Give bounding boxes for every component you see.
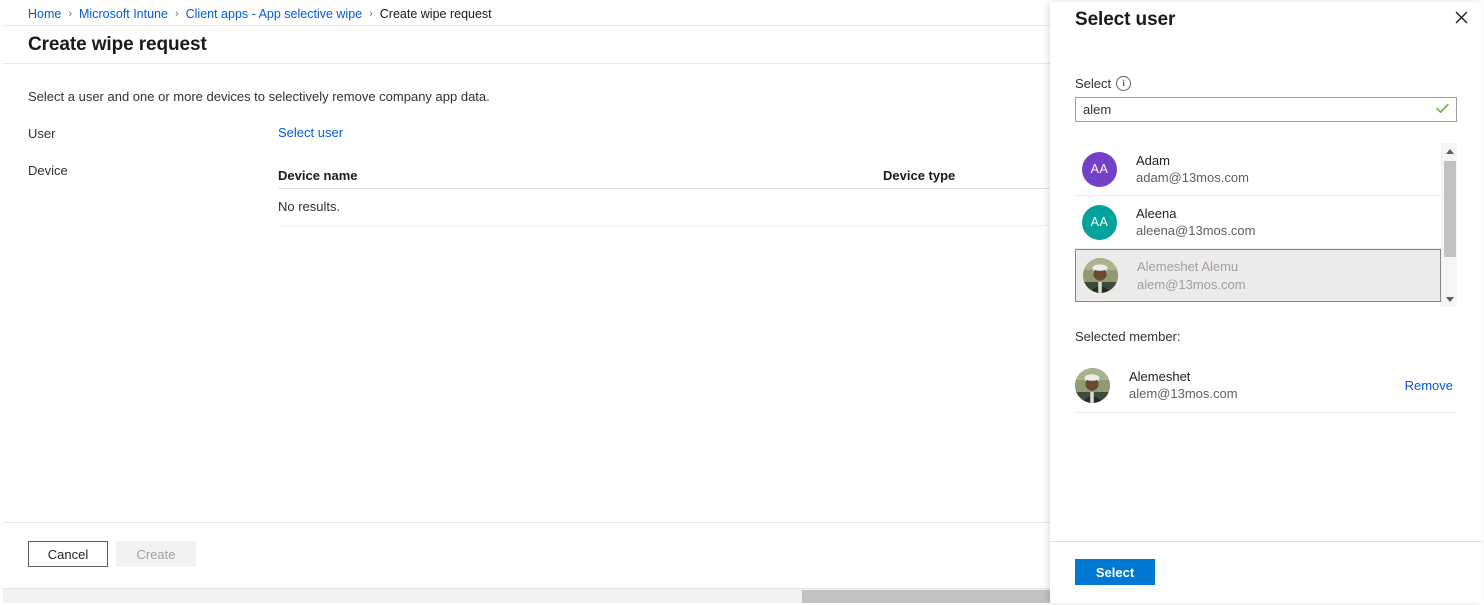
results-scrollbar-thumb[interactable] (1444, 161, 1456, 257)
remove-member-link[interactable]: Remove (1405, 378, 1453, 393)
selected-member-text: Alemeshet alem@13mos.com (1129, 368, 1405, 403)
list-item-name: Adam (1136, 152, 1170, 168)
user-field-row: User Select user (28, 125, 1050, 141)
column-header-device-type[interactable]: Device type (883, 168, 1050, 183)
devices-table-empty-row: No results. (278, 189, 1050, 226)
avatar: AA (1082, 151, 1117, 187)
select-field-label: Select (1075, 76, 1112, 91)
search-input[interactable] (1075, 97, 1457, 122)
breadcrumb-separator: › (369, 7, 373, 20)
horizontal-scrollbar[interactable] (3, 588, 1050, 603)
triangle-up-icon[interactable] (1442, 143, 1458, 159)
list-item-text: Aleena aleena@13mos.com (1136, 205, 1255, 240)
device-grid: Device name Device type No results. (278, 162, 1050, 226)
devices-table-header: Device name Device type (278, 162, 1050, 189)
avatar-photo (1075, 367, 1110, 403)
pane-body: Select i AA (1050, 76, 1482, 413)
devices-table: Device name Device type No results. (278, 162, 1050, 226)
device-field-row: Device Device name Device type No result… (28, 162, 1050, 226)
cancel-button[interactable]: Cancel (28, 541, 108, 567)
avatar: AA (1082, 204, 1117, 240)
avatar-photo (1083, 258, 1118, 293)
blade-description: Select a user and one or more devices to… (28, 89, 490, 104)
blade-footer: Cancel Create (3, 522, 1050, 585)
breadcrumb-item-microsoft-intune[interactable]: Microsoft Intune (79, 7, 168, 21)
blade-body: Select a user and one or more devices to… (3, 89, 1050, 226)
breadcrumb: Home › Microsoft Intune › Client apps - … (3, 2, 1050, 26)
blade-footer-buttons: Cancel Create (3, 523, 1050, 567)
triangle-down-icon[interactable] (1442, 291, 1458, 307)
list-item-email: alem@13mos.com (1137, 276, 1246, 292)
results-vertical-scrollbar[interactable] (1441, 143, 1457, 307)
blade-title-bar: Create wipe request (3, 26, 1050, 64)
column-header-device-name[interactable]: Device name (278, 168, 883, 183)
pane-title: Select user (1075, 9, 1176, 30)
user-search-results: AA Adam adam@13mos.com AA Aleena aleena@… (1075, 143, 1457, 307)
create-wipe-request-blade: Home › Microsoft Intune › Client apps - … (3, 2, 1050, 602)
page-title: Create wipe request (28, 33, 207, 55)
close-icon[interactable] (1448, 4, 1474, 30)
info-icon[interactable]: i (1116, 76, 1132, 91)
list-item-name: Alemeshet Alemu (1137, 259, 1239, 275)
device-field-label: Device (28, 163, 68, 178)
pane-footer: Select (1050, 541, 1482, 603)
select-button[interactable]: Select (1075, 559, 1155, 585)
selected-member-email: alem@13mos.com (1129, 386, 1238, 401)
horizontal-scrollbar-thumb[interactable] (802, 590, 1050, 603)
breadcrumb-separator: › (68, 7, 73, 20)
list-item-email: aleena@13mos.com (1136, 223, 1256, 238)
avatar-initials: AA (1090, 215, 1109, 229)
list-item-text: Alemeshet Alemu alem@13mos.com (1137, 258, 1246, 293)
create-button[interactable]: Create (116, 541, 196, 567)
select-field-label-row: Select i (1075, 76, 1457, 91)
breadcrumb-item-create-wipe-request: Create wipe request (379, 6, 492, 21)
pane-header: Select user (1050, 2, 1482, 38)
user-results-list: AA Adam adam@13mos.com AA Aleena aleena@… (1075, 143, 1441, 307)
avatar-initials: AA (1090, 162, 1109, 176)
select-user-link[interactable]: Select user (278, 125, 343, 140)
selected-member-name: Alemeshet (1129, 368, 1191, 384)
user-field-label: User (28, 126, 56, 141)
breadcrumb-item-home[interactable]: Home (28, 7, 61, 21)
breadcrumb-separator: › (174, 7, 179, 20)
list-item-selected[interactable]: Alemeshet Alemu alem@13mos.com (1075, 249, 1441, 302)
list-item[interactable]: AA Aleena aleena@13mos.com (1075, 196, 1441, 249)
list-item-text: Adam adam@13mos.com (1136, 152, 1249, 187)
user-field-content: Select user (278, 125, 1050, 140)
selected-member-label: Selected member: (1075, 329, 1181, 344)
select-user-search-wrap (1075, 97, 1457, 122)
app-root: Home › Microsoft Intune › Client apps - … (0, 0, 1484, 605)
select-user-pane: Select user Select i alem AA Adam adam@1… (1050, 2, 1482, 603)
list-item-email: adam@13mos.com (1136, 170, 1249, 185)
breadcrumb-item-client-apps[interactable]: Client apps - App selective wipe (186, 7, 362, 21)
list-item-name: Aleena (1136, 205, 1177, 221)
selected-member-row: Alemeshet alem@13mos.com Remove (1075, 358, 1457, 413)
list-item[interactable]: AA Adam adam@13mos.com (1075, 143, 1441, 196)
